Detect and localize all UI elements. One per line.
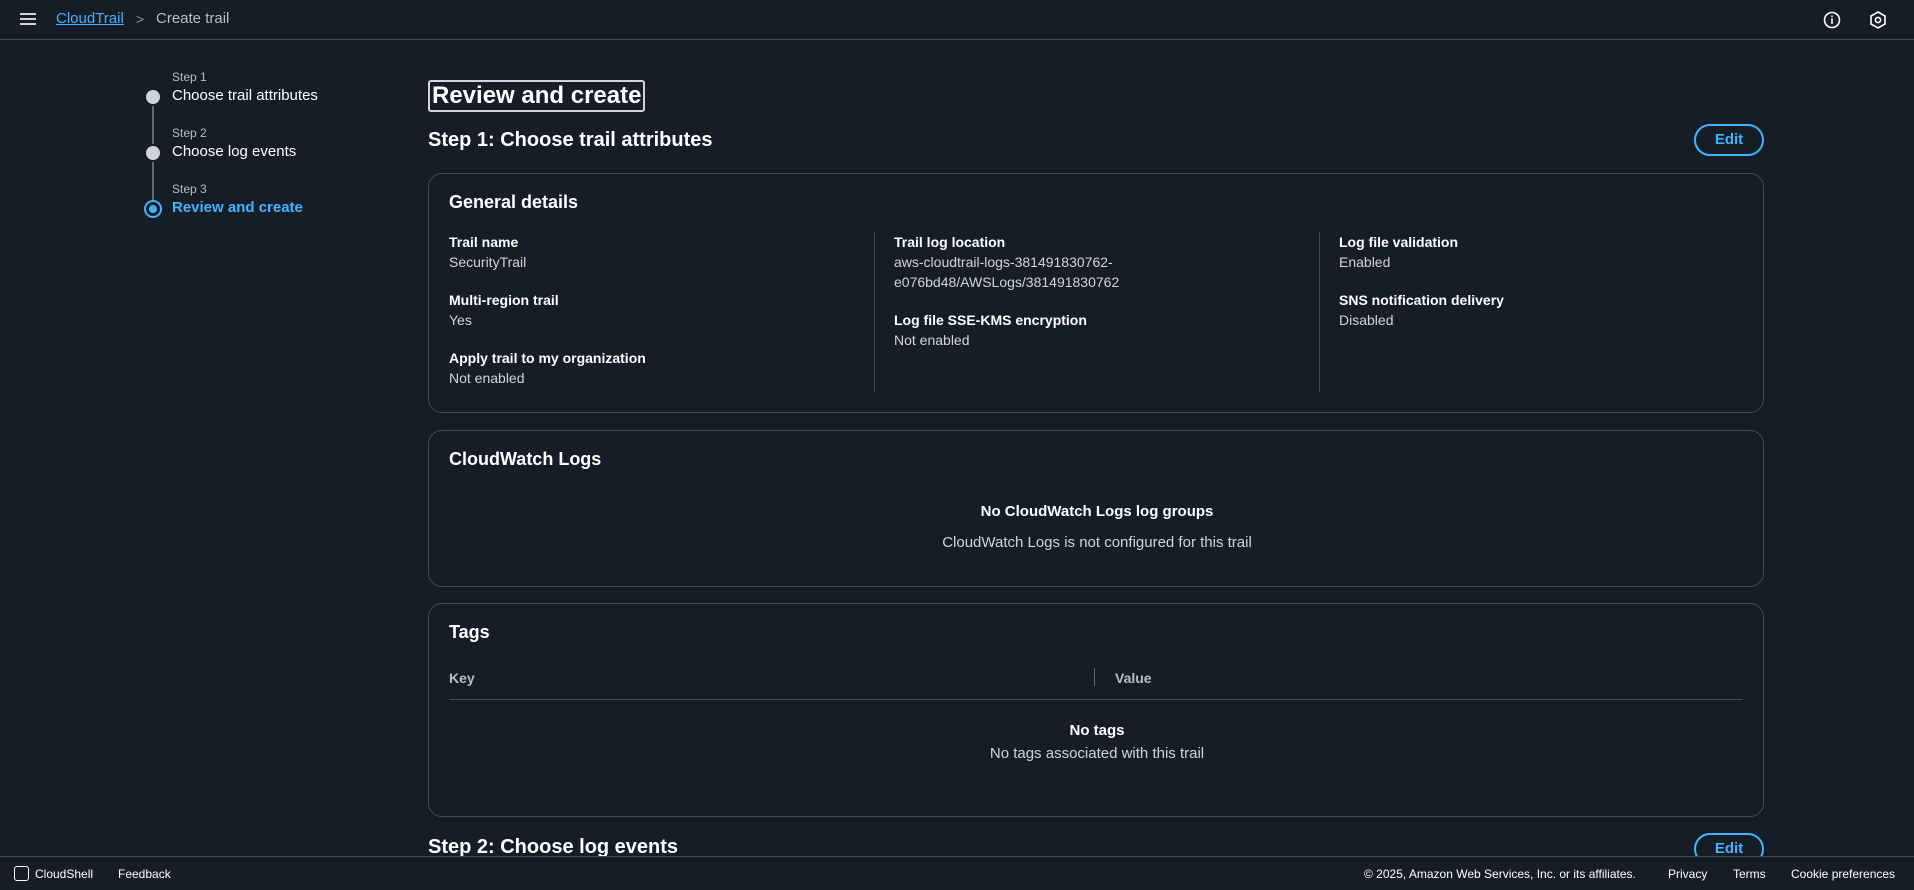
cloudshell-link[interactable]: CloudShell <box>35 867 93 881</box>
page-title: Review and create <box>428 80 646 112</box>
log-location-label: Trail log location <box>894 234 1006 250</box>
step-circle-icon <box>146 90 160 104</box>
menu-icon[interactable] <box>20 11 38 27</box>
copyright-text: © 2025, Amazon Web Services, Inc. or its… <box>1364 867 1636 881</box>
log-validation-value: Enabled <box>1339 254 1391 270</box>
details-column-3: Log file validation Enabled SNS notifica… <box>1339 232 1739 392</box>
general-details-card: General details Trail name SecurityTrail… <box>428 173 1764 413</box>
step-title[interactable]: Choose trail attributes <box>172 87 318 104</box>
column-header-key: Key <box>449 670 475 686</box>
step-title-current: Review and create <box>172 199 303 216</box>
trail-name-label: Trail name <box>449 234 519 250</box>
cookie-preferences-link[interactable]: Cookie preferences <box>1791 867 1895 881</box>
column-divider <box>874 232 875 392</box>
card-title: CloudWatch Logs <box>449 449 602 469</box>
column-divider <box>1094 668 1095 686</box>
column-divider <box>1319 232 1320 392</box>
sse-kms-value: Not enabled <box>894 332 970 348</box>
step-number: Step 2 <box>172 126 207 140</box>
log-location-value-line1: aws-cloudtrail-logs-381491830762- <box>894 254 1113 270</box>
step1-heading: Step 1: Choose trail attributes <box>428 129 713 151</box>
tags-table-header: Key Value <box>449 664 1743 700</box>
chevron-right-icon: > <box>135 10 144 27</box>
column-header-value: Value <box>1115 670 1152 686</box>
cloudwatch-logs-card: CloudWatch Logs No CloudWatch Logs log g… <box>428 430 1764 587</box>
privacy-link[interactable]: Privacy <box>1668 867 1707 881</box>
breadcrumb-current: Create trail <box>156 10 230 27</box>
card-title: Tags <box>449 622 490 642</box>
details-column-2: Trail log location aws-cloudtrail-logs-3… <box>894 232 1314 392</box>
empty-state-description: No tags associated with this trail <box>989 745 1205 762</box>
sse-kms-label: Log file SSE-KMS encryption <box>894 312 1087 328</box>
sns-delivery-label: SNS notification delivery <box>1339 292 1504 308</box>
terms-link[interactable]: Terms <box>1733 867 1766 881</box>
apply-org-value: Not enabled <box>449 370 525 386</box>
breadcrumb-cloudtrail-link[interactable]: CloudTrail <box>56 10 124 27</box>
log-location-value-line2: e076bd48/AWSLogs/381491830762 <box>894 274 1120 290</box>
cloudwatch-empty-state: No CloudWatch Logs log groups CloudWatch… <box>429 503 1765 551</box>
step-circle-icon <box>146 146 160 160</box>
empty-state-title: No tags <box>1069 722 1125 739</box>
breadcrumb: CloudTrail > Create trail <box>56 10 229 27</box>
wizard-steps: Step 1 Choose trail attributes Step 2 Ch… <box>140 68 400 236</box>
info-icon[interactable] <box>1822 10 1842 30</box>
footer: CloudShell Feedback © 2025, Amazon Web S… <box>0 856 1914 890</box>
tags-card: Tags Key Value No tags No tags associate… <box>428 603 1764 817</box>
step-active-circle-icon <box>144 200 162 218</box>
step-title[interactable]: Choose log events <box>172 143 296 160</box>
multi-region-value: Yes <box>449 312 472 328</box>
log-validation-label: Log file validation <box>1339 234 1459 250</box>
tags-empty-state: No tags No tags associated with this tra… <box>429 722 1765 762</box>
wizard-step-2[interactable]: Step 2 Choose log events <box>140 124 400 200</box>
feedback-link[interactable]: Feedback <box>118 867 171 881</box>
details-column-1: Trail name SecurityTrail Multi-region tr… <box>449 232 869 392</box>
step1-edit-button[interactable]: Edit <box>1694 124 1764 156</box>
wizard-step-1[interactable]: Step 1 Choose trail attributes <box>140 68 400 144</box>
top-navigation-bar: CloudTrail > Create trail <box>0 0 1914 40</box>
empty-state-description: CloudWatch Logs is not configured for th… <box>942 534 1252 551</box>
sns-delivery-value: Disabled <box>1339 312 1394 328</box>
step-number: Step 3 <box>172 182 207 196</box>
settings-icon[interactable] <box>1868 10 1888 30</box>
empty-state-title: No CloudWatch Logs log groups <box>980 503 1214 520</box>
step-number: Step 1 <box>172 70 207 84</box>
apply-org-label: Apply trail to my organization <box>449 350 646 366</box>
card-title: General details <box>449 192 579 212</box>
trail-name-value: SecurityTrail <box>449 254 527 270</box>
cloudshell-icon[interactable] <box>14 866 29 881</box>
wizard-step-3: Step 3 Review and create <box>140 180 400 236</box>
multi-region-label: Multi-region trail <box>449 292 559 308</box>
